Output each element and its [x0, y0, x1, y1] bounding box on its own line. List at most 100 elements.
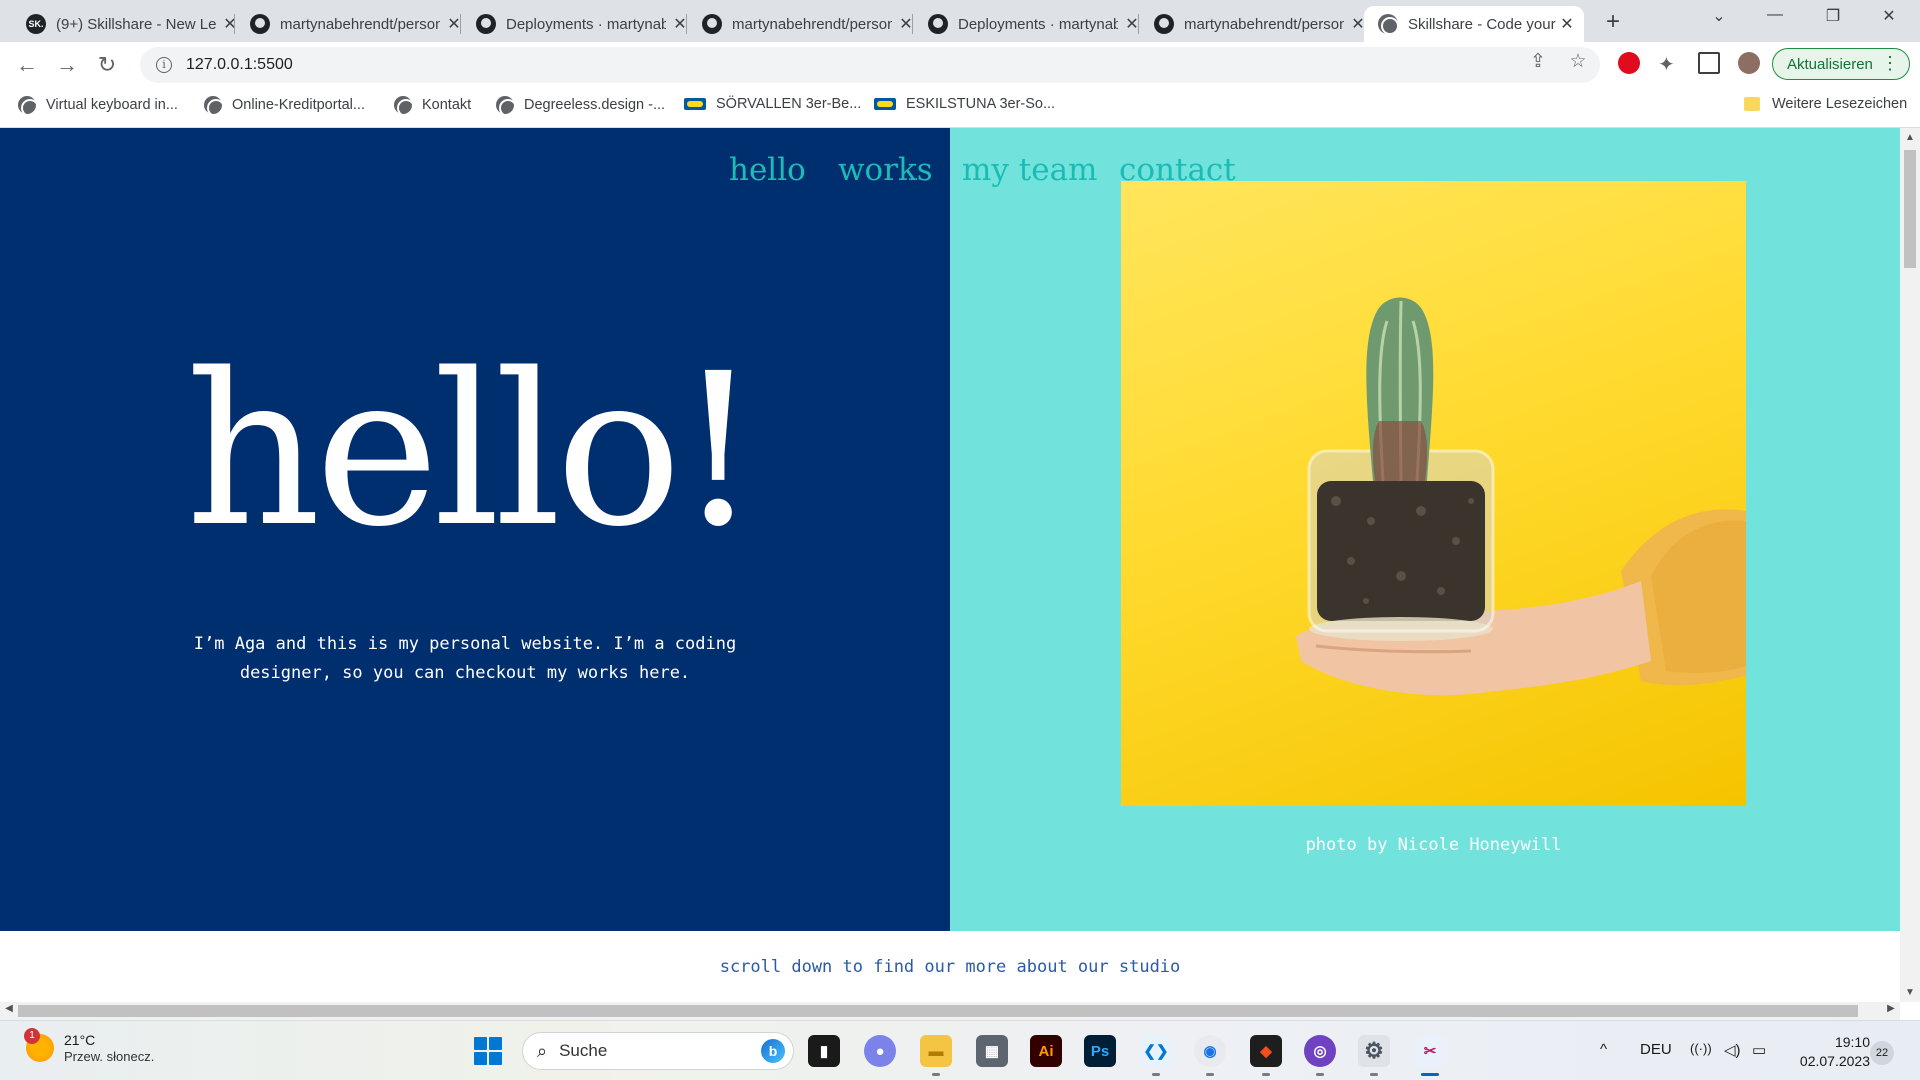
- scroll-up-icon[interactable]: ▲: [1900, 132, 1920, 143]
- running-indicator: [1370, 1073, 1378, 1076]
- share-icon[interactable]: ⇪: [1524, 50, 1552, 73]
- reload-button[interactable]: ↻: [92, 52, 122, 78]
- photo-credit: photo by Nicole Honeywill: [1305, 835, 1562, 855]
- back-button[interactable]: ←: [12, 52, 42, 78]
- vertical-scrollbar[interactable]: ▲ ▼: [1900, 128, 1920, 1002]
- github-icon: [702, 14, 722, 34]
- windows-logo-pane: [489, 1052, 502, 1065]
- nav-contact[interactable]: contact: [1119, 152, 1236, 188]
- illustrator-icon[interactable]: Ai: [1030, 1035, 1062, 1067]
- scrollbar-thumb[interactable]: [18, 1005, 1858, 1017]
- language-indicator[interactable]: DEU: [1640, 1041, 1672, 1058]
- tab-github-2[interactable]: martynabehrendt/personal ✕: [688, 6, 926, 42]
- bookmark-item[interactable]: SÖRVALLEN 3er-Be...: [684, 96, 861, 112]
- bookmark-item[interactable]: Virtual keyboard in...: [18, 96, 178, 117]
- ikea-icon: [684, 98, 706, 110]
- globe-icon: [394, 96, 415, 117]
- close-icon[interactable]: ✕: [1560, 14, 1574, 34]
- clock-date: 02.07.2023: [1799, 1053, 1870, 1069]
- nav-works[interactable]: works: [838, 152, 933, 188]
- globe-icon: [496, 96, 517, 117]
- github-icon: [928, 14, 948, 34]
- forward-button[interactable]: →: [52, 52, 82, 78]
- weather-desc: Przew. słonecz.: [64, 1049, 155, 1064]
- search-icon: ⌕: [537, 1040, 548, 1061]
- notification-badge[interactable]: 22: [1870, 1041, 1894, 1065]
- tab-deployments-2[interactable]: Deployments · martynabehrendt ✕: [914, 6, 1152, 42]
- taskbar-search[interactable]: ⌕ Suche b: [522, 1032, 794, 1070]
- tab-separator: [1138, 14, 1139, 34]
- scroll-right-icon[interactable]: ▶: [1882, 1003, 1900, 1014]
- site-info-icon[interactable]: i: [156, 57, 172, 73]
- task-view-icon[interactable]: ▮: [808, 1035, 840, 1067]
- tab-github-1[interactable]: martynabehrendt/personal ✕: [236, 6, 474, 42]
- tab-separator: [460, 14, 461, 34]
- figma-icon[interactable]: ◆: [1250, 1035, 1282, 1067]
- photoshop-icon[interactable]: Ps: [1084, 1035, 1116, 1067]
- running-indicator: [1206, 1073, 1214, 1076]
- bookmark-item[interactable]: Kontakt: [394, 96, 471, 117]
- battery-icon[interactable]: ▭: [1752, 1041, 1766, 1059]
- new-tab-button[interactable]: +: [1598, 8, 1628, 36]
- calculator-icon[interactable]: ▦: [976, 1035, 1008, 1067]
- weather-badge: 1: [24, 1027, 40, 1044]
- horizontal-scrollbar[interactable]: ◀ ▶: [0, 1002, 1900, 1020]
- github-desktop-icon[interactable]: ◎: [1304, 1035, 1336, 1067]
- tab-label: Skillshare - Code your own: [1408, 15, 1556, 33]
- bookmark-item[interactable]: Online-Kreditportal...: [204, 96, 365, 117]
- close-icon[interactable]: ✕: [444, 14, 464, 34]
- taskbar: 1 21°C Przew. słonecz. ⌕ Suche b ▮ ● ▬ ▦…: [0, 1020, 1920, 1080]
- restore-button[interactable]: ❐: [1810, 6, 1856, 26]
- teams-icon[interactable]: ●: [864, 1035, 896, 1067]
- windows-logo-pane: [474, 1052, 487, 1065]
- chrome-icon[interactable]: ◉: [1194, 1035, 1226, 1067]
- address-bar[interactable]: i 127.0.0.1:5500: [140, 47, 1600, 83]
- wifi-icon[interactable]: ((·)): [1690, 1041, 1712, 1056]
- extensions-icon[interactable]: ✦: [1658, 52, 1680, 76]
- close-icon[interactable]: ✕: [1122, 14, 1142, 34]
- skillshare-icon: SK.: [26, 14, 46, 34]
- bookmark-label: ESKILSTUNA 3er-So...: [906, 96, 1056, 112]
- menu-icon[interactable]: ⋮: [1881, 53, 1899, 74]
- settings-icon[interactable]: ⚙: [1358, 1035, 1390, 1067]
- scrollbar-thumb[interactable]: [1904, 150, 1916, 268]
- nav-hello[interactable]: hello: [729, 152, 806, 188]
- other-bookmarks[interactable]: Weitere Lesezeichen: [1744, 96, 1907, 112]
- tab-skillshare-active[interactable]: Skillshare - Code your own ✕: [1364, 6, 1584, 42]
- close-icon[interactable]: ✕: [670, 14, 690, 34]
- tab-strip: SK. (9+) Skillshare - New Learning ✕ mar…: [0, 0, 1920, 42]
- weather-widget[interactable]: 1 21°C Przew. słonecz.: [24, 1027, 155, 1064]
- nav-my-team[interactable]: my team: [962, 152, 1097, 188]
- bing-icon[interactable]: b: [761, 1039, 785, 1063]
- bookmark-label: Degreeless.design -...: [524, 97, 666, 113]
- adblock-extension-icon[interactable]: [1618, 52, 1640, 74]
- tab-search-icon[interactable]: ⌄: [1696, 6, 1742, 26]
- start-button[interactable]: [474, 1037, 502, 1065]
- tab-skillshare-new[interactable]: SK. (9+) Skillshare - New Learning ✕: [12, 6, 250, 42]
- vscode-icon[interactable]: ❮❯: [1140, 1035, 1172, 1067]
- snipping-tool-icon[interactable]: ✂: [1414, 1035, 1446, 1067]
- update-button[interactable]: Aktualisieren ⋮: [1772, 48, 1910, 80]
- window-close-button[interactable]: ✕: [1866, 6, 1912, 26]
- bookmarks-bar: Virtual keyboard in... Online-Kreditport…: [0, 88, 1920, 128]
- minimize-button[interactable]: —: [1752, 6, 1798, 24]
- side-panel-icon[interactable]: [1698, 52, 1720, 74]
- tray-overflow-chevron-icon[interactable]: ^: [1600, 1041, 1607, 1058]
- scroll-hint: scroll down to find our more about our s…: [719, 957, 1181, 977]
- bookmark-item[interactable]: Degreeless.design -...: [496, 96, 666, 117]
- file-explorer-icon[interactable]: ▬: [920, 1035, 952, 1067]
- update-label: Aktualisieren: [1787, 55, 1873, 73]
- windows-logo-pane: [489, 1037, 502, 1050]
- tab-deployments-1[interactable]: Deployments · martynabehrendt ✕: [462, 6, 700, 42]
- avatar[interactable]: [1738, 52, 1760, 74]
- close-icon[interactable]: ✕: [896, 14, 916, 34]
- bookmark-star-icon[interactable]: ☆: [1564, 50, 1592, 73]
- sound-icon[interactable]: ◁): [1724, 1041, 1741, 1059]
- scroll-down-icon[interactable]: ▼: [1900, 987, 1920, 998]
- clock[interactable]: 19:10 02.07.2023: [1790, 1033, 1870, 1071]
- browser-toolbar: ← → ↻ i 127.0.0.1:5500 ⇪ ☆ ✦ Aktualisier…: [0, 42, 1920, 88]
- github-icon: [250, 14, 270, 34]
- scroll-left-icon[interactable]: ◀: [0, 1003, 18, 1014]
- tab-github-3[interactable]: martynabehrendt/personal ✕: [1140, 6, 1378, 42]
- bookmark-item[interactable]: ESKILSTUNA 3er-So...: [874, 96, 1055, 112]
